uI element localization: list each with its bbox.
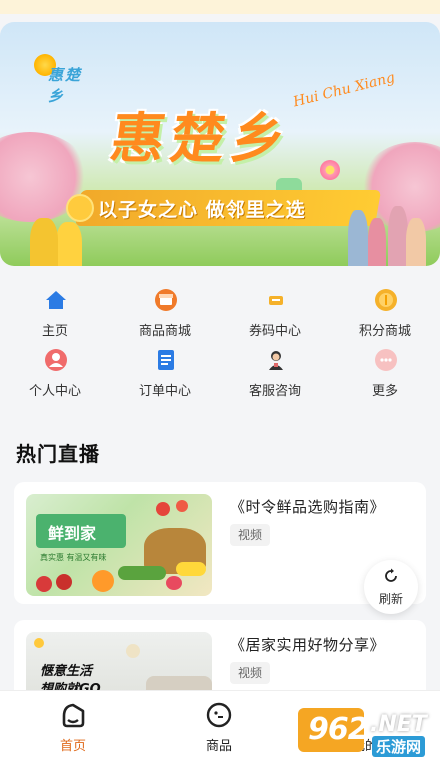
fruit-greens <box>118 566 166 580</box>
menu-item-profile[interactable]: 个人中心 <box>0 344 110 400</box>
banner-title: 惠楚乡 <box>106 107 296 170</box>
more-icon <box>374 348 398 372</box>
shop-icon <box>154 288 178 312</box>
menu-item-home[interactable]: 主页 <box>0 284 110 340</box>
watermark-cn: 乐游网 <box>372 736 426 757</box>
order-list-icon <box>154 348 178 372</box>
section-title-live: 热门直播 <box>16 442 100 466</box>
menu-label-shop: 商品商城 <box>138 324 191 339</box>
fruit-strawberry <box>166 576 182 590</box>
fruit-apple-2 <box>56 574 72 590</box>
thumb-logo-sun <box>34 638 44 648</box>
watermark-net: .NET <box>370 712 427 737</box>
menu-label-service: 客服咨询 <box>248 384 301 399</box>
tab-home-label: 首页 <box>59 739 86 754</box>
coupon-icon <box>264 288 288 312</box>
tab-goods-label: 商品 <box>205 739 232 754</box>
refresh-button[interactable]: 刷新 <box>364 560 418 614</box>
tab-home[interactable]: 首页 <box>0 691 146 760</box>
refresh-label: 刷新 <box>378 592 403 606</box>
live-card-title[interactable]: 《居家实用好物分享》 <box>230 634 385 655</box>
tab-goods[interactable]: 商品 <box>146 691 292 760</box>
thumb-headline-1: 惬意生活 <box>40 664 93 679</box>
video-tag: 视频 <box>230 524 271 546</box>
flower-icon <box>320 160 340 180</box>
menu-item-shop[interactable]: 商品商城 <box>110 284 220 340</box>
menu-item-more[interactable]: 更多 <box>330 344 440 400</box>
thumb-lamp <box>126 644 140 658</box>
promo-banner[interactable]: 惠楚乡 Hui Chu Xiang 惠楚乡 以子女之心 做邻里之选 <box>0 22 440 266</box>
family-figure-4 <box>406 218 426 266</box>
boy-figure <box>30 218 58 266</box>
fruit-tomato <box>156 502 170 516</box>
fruit-tomato-2 <box>176 500 188 512</box>
live-card-title[interactable]: 《时令鲜品选购指南》 <box>230 496 385 517</box>
fruit-banana <box>176 562 206 576</box>
live-card-thumbnail[interactable]: 鲜到家 真实惠 有温又有味 <box>26 494 212 596</box>
family-figure-2 <box>368 218 386 266</box>
menu-label-points: 积分商城 <box>358 324 411 339</box>
watermark-number: 962 <box>308 712 369 747</box>
menu-label-more: 更多 <box>371 384 398 399</box>
home-tab-icon <box>59 701 87 729</box>
top-strip <box>0 0 440 14</box>
site-watermark: 962 .NET 乐游网 <box>298 698 438 757</box>
menu-item-points[interactable]: 积分商城 <box>330 284 440 340</box>
fruit-apple <box>36 576 52 592</box>
menu-item-coupon[interactable]: 券码中心 <box>220 284 330 340</box>
menu-label-orders: 订单中心 <box>138 384 191 399</box>
menu-item-orders[interactable]: 订单中心 <box>110 344 220 400</box>
fruit-orange <box>92 570 114 592</box>
user-icon <box>44 348 68 372</box>
girl-figure <box>56 222 82 266</box>
menu-label-coupon: 券码中心 <box>248 324 301 339</box>
customer-service-icon <box>264 348 288 372</box>
smile-emoji-icon <box>66 194 94 222</box>
menu-item-service[interactable]: 客服咨询 <box>220 344 330 400</box>
banner-slogan: 以子女之心 做邻里之选 <box>98 199 306 221</box>
menu-label-profile: 个人中心 <box>28 384 81 399</box>
goods-tab-icon <box>205 701 233 729</box>
menu-label-home: 主页 <box>41 324 68 339</box>
refresh-icon <box>383 568 399 584</box>
brand-logo: 惠楚乡 <box>28 50 98 105</box>
brand-logo-text: 惠楚乡 <box>48 66 83 105</box>
points-coin-icon <box>374 288 398 312</box>
thumb-sign-text: 鲜到家 <box>48 524 97 543</box>
family-figure-1 <box>348 210 368 266</box>
thumb-sub-text: 真实惠 有温又有味 <box>40 553 107 562</box>
quick-menu: 主页 商品商城 券码中心 积分商城 个人中心 订单中心 客服咨询 更多 <box>0 280 440 400</box>
video-tag: 视频 <box>230 662 271 684</box>
family-figure-3 <box>388 206 408 266</box>
home-icon <box>44 288 68 312</box>
